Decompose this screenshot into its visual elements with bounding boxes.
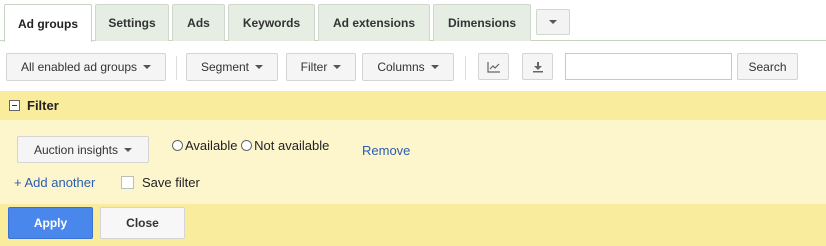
availability-radio-group: Available Not available <box>172 138 329 153</box>
tab-label: Ads <box>187 16 210 30</box>
tab-ad-extensions[interactable]: Ad extensions <box>318 4 430 41</box>
collapse-icon[interactable] <box>9 100 20 111</box>
filter-panel-title: Filter <box>27 98 59 113</box>
search-input[interactable] <box>565 53 732 80</box>
chevron-down-icon <box>124 147 133 152</box>
chevron-down-icon <box>255 65 264 69</box>
segment-label: Segment <box>200 60 250 74</box>
radio-circle-icon[interactable] <box>241 140 253 151</box>
radio-label: Available <box>185 138 238 153</box>
chevron-down-icon <box>430 65 439 69</box>
columns-dropdown[interactable]: Columns <box>362 53 454 81</box>
status-filter-dropdown[interactable]: All enabled ad groups <box>6 53 166 81</box>
tab-label: Settings <box>108 16 156 30</box>
save-filter-option[interactable]: Save filter <box>121 175 200 190</box>
close-label: Close <box>126 216 159 230</box>
download-icon <box>532 61 543 72</box>
condition-label: Auction insights <box>33 142 119 157</box>
save-filter-label: Save filter <box>142 175 200 190</box>
tab-label: Ad groups <box>18 16 78 31</box>
toolbar-divider <box>465 56 466 80</box>
more-tabs-button[interactable] <box>536 9 570 35</box>
tab-ads[interactable]: Ads <box>172 4 225 41</box>
filter-dropdown[interactable]: Filter <box>286 53 356 81</box>
close-button[interactable]: Close <box>100 207 185 239</box>
tab-keywords[interactable]: Keywords <box>228 4 315 41</box>
filter-label: Filter <box>300 60 328 74</box>
condition-dropdown[interactable]: Auction insights <box>17 136 149 163</box>
segment-dropdown[interactable]: Segment <box>186 53 278 81</box>
status-filter-label: All enabled ad groups <box>20 60 138 74</box>
tab-dimensions[interactable]: Dimensions <box>433 4 531 41</box>
columns-label: Columns <box>377 60 425 74</box>
radio-label: Not available <box>254 138 330 153</box>
download-button[interactable] <box>522 53 553 80</box>
chart-toggle-button[interactable] <box>478 53 509 80</box>
tab-ad-groups[interactable]: Ad groups <box>4 4 92 42</box>
filter-panel-body: Auction insights Available Not available… <box>0 120 826 204</box>
remove-condition-link[interactable]: Remove <box>362 143 410 158</box>
tab-settings[interactable]: Settings <box>95 4 169 41</box>
tab-label: Dimensions <box>447 16 516 30</box>
chevron-down-icon <box>549 20 557 24</box>
radio-circle-icon[interactable] <box>172 140 183 151</box>
line-chart-icon <box>486 61 500 73</box>
add-another-link[interactable]: + Add another <box>14 175 95 190</box>
chevron-down-icon <box>143 65 152 69</box>
search-button[interactable]: Search <box>737 53 798 80</box>
chevron-down-icon <box>333 65 342 69</box>
search-button-label: Search <box>748 59 787 74</box>
apply-button[interactable]: Apply <box>8 207 93 239</box>
toolbar-divider <box>176 56 177 80</box>
tab-bar: Ad groups Settings Ads Keywords Ad exten… <box>0 0 826 42</box>
apply-label: Apply <box>33 216 68 230</box>
tab-label: Ad extensions <box>332 16 416 30</box>
filter-panel-header[interactable]: Filter <box>0 91 826 120</box>
tab-label: Keywords <box>242 16 301 30</box>
radio-available[interactable]: Available <box>172 138 238 153</box>
radio-not-available[interactable]: Not available <box>241 138 329 153</box>
save-filter-checkbox[interactable] <box>121 176 134 189</box>
